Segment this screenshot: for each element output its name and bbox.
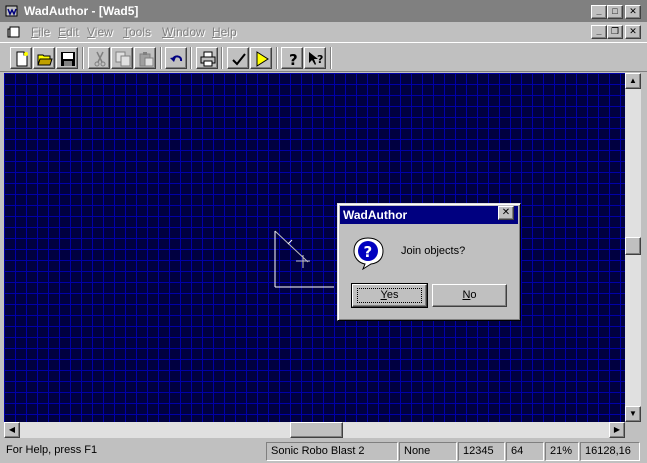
scroll-left-button[interactable]: ◀ [4, 422, 20, 438]
question-icon: ? [353, 237, 384, 270]
linedef-tick [287, 239, 293, 245]
help-icon: ? [289, 51, 298, 67]
focus-rect [357, 288, 422, 303]
close-button[interactable]: ✕ [625, 5, 641, 19]
toolbar-separator [190, 47, 192, 69]
run-button[interactable] [250, 47, 272, 69]
status-coordinates: 16128,16 [580, 442, 640, 461]
dialog-title: WadAuthor [340, 206, 518, 224]
vertical-scrollbar[interactable]: ▲ ▼ [625, 73, 641, 422]
menu-tools[interactable]: Tools [123, 25, 151, 39]
check-icon [232, 53, 246, 66]
app-icon[interactable] [5, 4, 19, 18]
doc-restore-button[interactable]: ❐ [607, 25, 623, 39]
svg-text:?: ? [317, 53, 323, 66]
context-help-icon: ? [309, 52, 323, 66]
svg-text:?: ? [289, 51, 298, 67]
join-objects-dialog: WadAuthor ✕ ? Join objects? Yes No [337, 203, 521, 321]
title-bar: WadAuthor - [Wad5] _ □ ✕ [0, 0, 647, 22]
horizontal-scrollbar[interactable]: ◀ ▶ [4, 422, 625, 438]
scroll-right-button[interactable]: ▶ [609, 422, 625, 438]
undo-icon [170, 55, 183, 62]
cut-icon [94, 51, 106, 67]
toolbar-separator [221, 47, 223, 69]
copy-button[interactable] [111, 47, 133, 69]
menu-window[interactable]: Window [162, 25, 205, 39]
no-button[interactable]: No [432, 284, 507, 307]
map-canvas[interactable] [4, 73, 625, 422]
vertex-crosshair [296, 255, 310, 268]
toolbar: ? ? [0, 42, 647, 72]
status-zoom: 21% [545, 442, 579, 461]
print-icon [200, 51, 216, 67]
doc-close-button[interactable]: ✕ [625, 25, 641, 39]
dialog-message: Join objects? [401, 245, 466, 257]
context-help-button[interactable]: ? [304, 47, 326, 69]
doc-minimize-button[interactable]: _ [591, 25, 607, 39]
save-button[interactable] [56, 47, 78, 69]
save-icon [61, 52, 75, 66]
scroll-down-button[interactable]: ▼ [625, 406, 641, 422]
svg-text:?: ? [364, 243, 373, 261]
status-bar: For Help, press F1 Sonic Robo Blast 2 No… [0, 440, 647, 463]
horizontal-scroll-thumb[interactable] [290, 422, 343, 438]
status-count: 12345 [458, 442, 505, 461]
toolbar-separator [330, 47, 332, 69]
maximize-button[interactable]: □ [607, 5, 623, 19]
status-grid-size: 64 [506, 442, 544, 461]
menu-help[interactable]: Help [212, 25, 237, 39]
toolbar-separator [82, 47, 84, 69]
toolbar-separator [160, 47, 162, 69]
status-selection: None [399, 442, 457, 461]
print-button[interactable] [196, 47, 218, 69]
paste-icon [139, 52, 154, 67]
toolbar-separator [276, 47, 278, 69]
undo-button[interactable] [165, 47, 187, 69]
menu-edit[interactable]: Edit [58, 25, 79, 39]
document-icon[interactable] [7, 25, 21, 39]
scroll-up-button[interactable]: ▲ [625, 73, 641, 89]
help-button[interactable]: ? [281, 47, 303, 69]
menu-view[interactable]: View [87, 25, 113, 39]
open-button[interactable] [33, 47, 55, 69]
run-icon [256, 51, 269, 67]
yes-button[interactable]: Yes [351, 283, 428, 308]
check-button[interactable] [227, 47, 249, 69]
window-title: WadAuthor - [Wad5] [24, 4, 139, 18]
paste-button[interactable] [134, 47, 156, 69]
dialog-close-button[interactable]: ✕ [498, 206, 514, 220]
vertical-scroll-thumb[interactable] [625, 237, 641, 255]
map-geometry[interactable] [4, 73, 625, 422]
open-icon [37, 54, 53, 66]
status-game: Sonic Robo Blast 2 [266, 442, 398, 461]
menu-file[interactable]: File [31, 25, 50, 39]
scrollbar-corner [625, 422, 641, 438]
status-help-text: For Help, press F1 [6, 444, 98, 456]
cut-button[interactable] [88, 47, 110, 69]
new-icon [16, 51, 28, 67]
new-button[interactable] [10, 47, 32, 69]
minimize-button[interactable]: _ [591, 5, 607, 19]
copy-icon [115, 51, 131, 67]
menu-bar: File Edit View Tools Window Help _ ❐ ✕ [0, 22, 647, 42]
